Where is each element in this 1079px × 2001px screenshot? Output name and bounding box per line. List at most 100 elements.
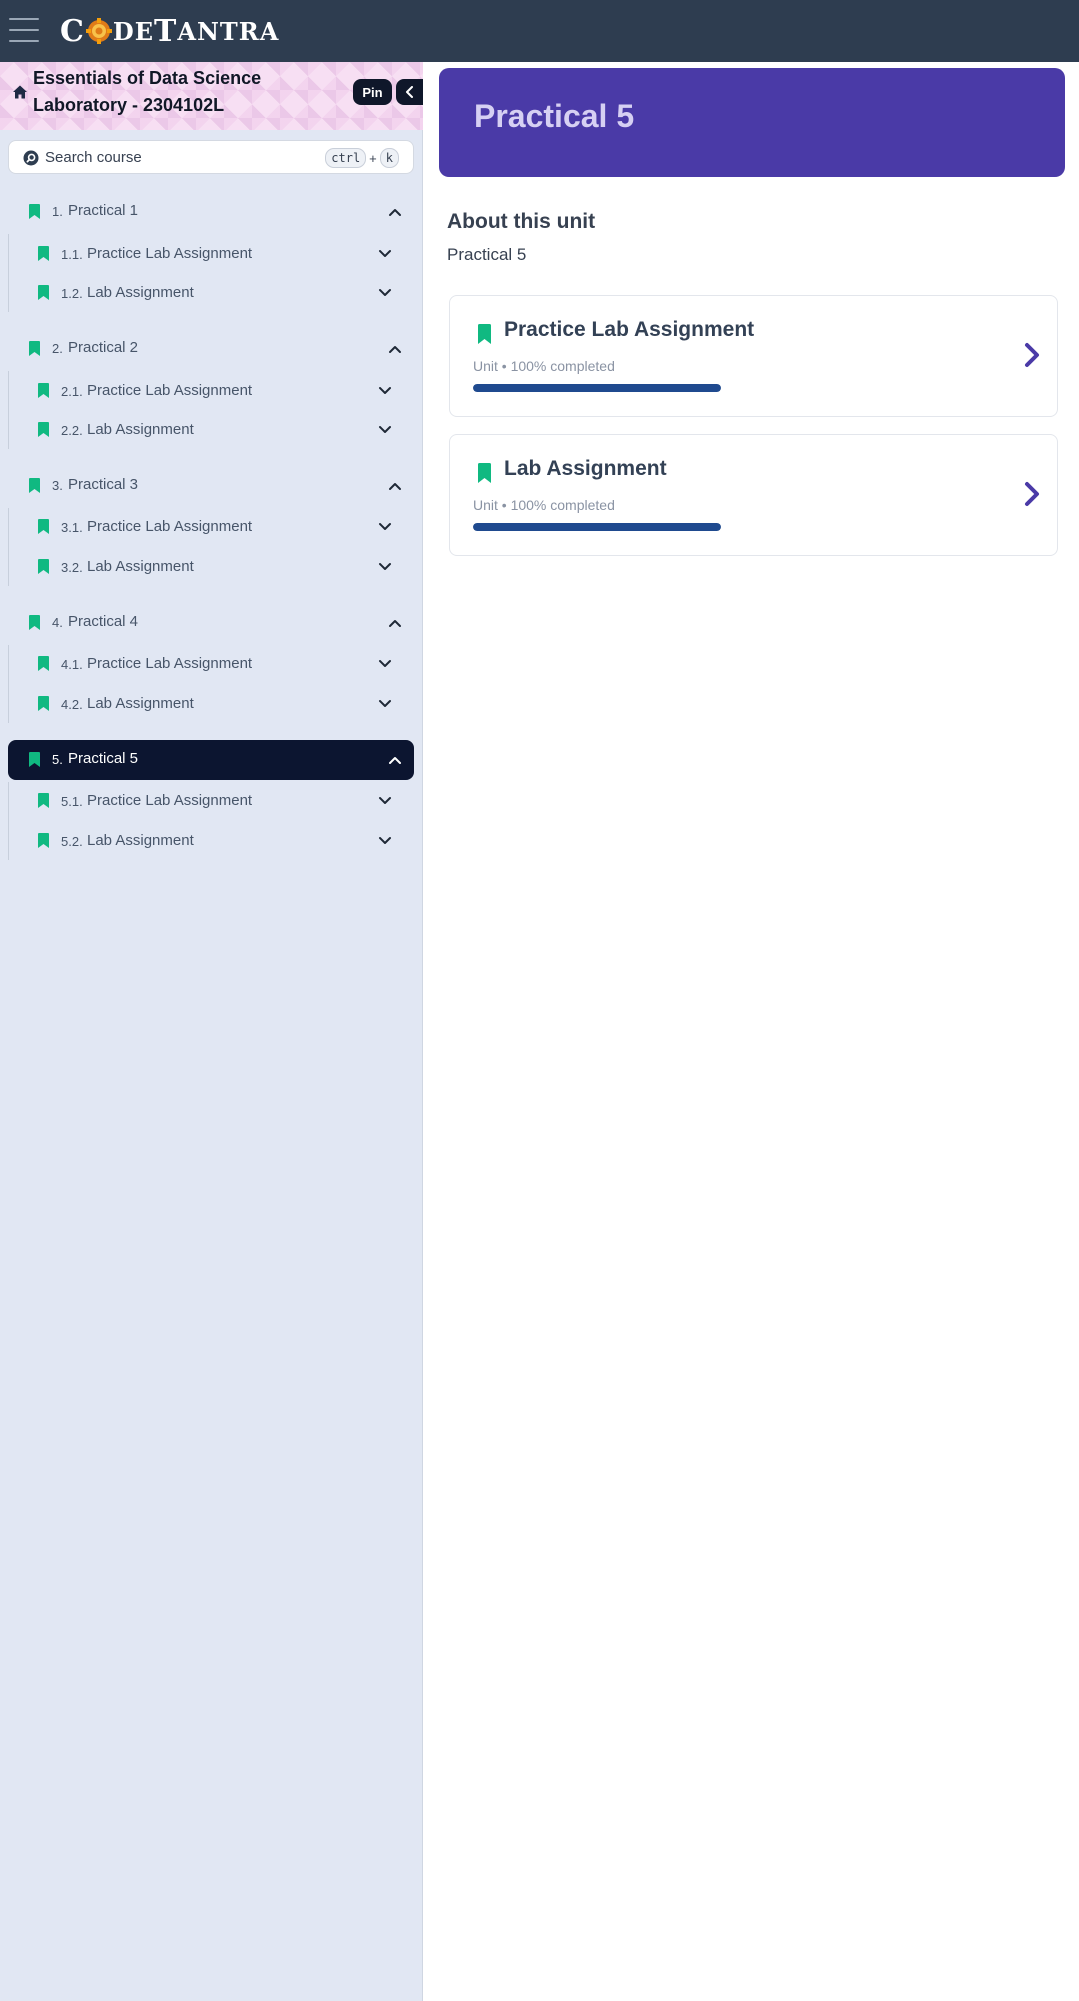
chevron-up-icon[interactable] (388, 342, 402, 356)
lesson-3-1[interactable]: 3.1. Practice Lab Assignment (8, 508, 414, 544)
kbd-plus: + (369, 150, 377, 166)
bookmark-icon (29, 341, 40, 356)
bookmark-icon (38, 422, 49, 437)
chevron-down-icon[interactable] (378, 560, 392, 574)
lesson-number: 4.1. (61, 657, 83, 672)
progress-fill (473, 523, 721, 531)
lesson-label: Lab Assignment (87, 695, 194, 712)
unit-number: 3. (52, 478, 63, 493)
course-title: Essentials of Data Science Laboratory - … (33, 68, 262, 115)
unit-practical-3[interactable]: 3. Practical 3 (8, 466, 414, 506)
kbd-k: k (379, 148, 399, 168)
progress-fill (473, 384, 721, 392)
card-meta: Unit • 100% completed (473, 497, 615, 513)
chevron-down-icon[interactable] (378, 794, 392, 808)
lesson-label: Lab Assignment (87, 421, 194, 438)
search-placeholder: Search course (45, 149, 142, 166)
lesson-2-2[interactable]: 2.2. Lab Assignment (8, 411, 414, 447)
lesson-number: 3.1. (61, 520, 83, 535)
progress-bar (473, 523, 721, 531)
lesson-4-1[interactable]: 4.1. Practice Lab Assignment (8, 645, 414, 681)
chevron-down-icon[interactable] (378, 423, 392, 437)
bookmark-icon (478, 324, 491, 344)
chevron-down-icon[interactable] (378, 286, 392, 300)
bookmark-icon (38, 793, 49, 808)
lesson-card-lab[interactable]: Lab Assignment Unit • 100% completed (449, 434, 1058, 556)
codetantra-logo[interactable]: C DE T ANTRA (60, 11, 279, 51)
gear-logo-icon (85, 18, 112, 44)
lesson-2-1[interactable]: 2.1. Practice Lab Assignment (8, 372, 414, 408)
unit-number: 1. (52, 204, 63, 219)
lesson-label: Practice Lab Assignment (87, 382, 253, 399)
home-icon[interactable] (12, 84, 28, 100)
lesson-1-2[interactable]: 1.2. Lab Assignment (8, 274, 414, 310)
lesson-number: 2.1. (61, 384, 83, 399)
unit-number: 5. (52, 752, 63, 767)
logo-letters: ANTRA (177, 16, 280, 46)
unit-practical-2[interactable]: 2. Practical 2 (8, 329, 414, 369)
chevron-right-icon[interactable] (1023, 481, 1041, 507)
unit-label: Practical 1 (68, 202, 139, 219)
unit-label: Practical 3 (68, 476, 139, 493)
chevron-down-icon[interactable] (378, 834, 392, 848)
lesson-label: Practice Lab Assignment (87, 518, 253, 535)
chevron-up-icon[interactable] (388, 479, 402, 493)
lesson-number: 2.2. (61, 423, 83, 438)
about-heading: About this unit (447, 210, 596, 233)
bookmark-icon (29, 204, 40, 219)
logo-letter: C (60, 13, 85, 49)
lesson-label: Practice Lab Assignment (87, 245, 253, 262)
course-sidebar: Essentials of Data Science Laboratory - … (0, 62, 423, 2001)
lesson-3-2[interactable]: 3.2. Lab Assignment (8, 548, 414, 584)
chevron-down-icon[interactable] (378, 384, 392, 398)
bookmark-icon (38, 833, 49, 848)
lesson-number: 4.2. (61, 697, 83, 712)
logo-letters: DE (112, 16, 154, 46)
progress-bar (473, 384, 721, 392)
unit-label: Practical 2 (68, 339, 139, 356)
bookmark-icon (38, 656, 49, 671)
collapse-sidebar-button[interactable] (396, 79, 423, 105)
chevron-down-icon[interactable] (378, 520, 392, 534)
lesson-number: 1.1. (61, 247, 83, 262)
unit-label: Practical 5 (68, 750, 139, 767)
chevron-up-icon[interactable] (388, 753, 402, 767)
search-icon (23, 150, 39, 166)
unit-practical-4[interactable]: 4. Practical 4 (8, 603, 414, 643)
bookmark-icon (38, 696, 49, 711)
about-text: Practical 5 (447, 245, 527, 264)
lesson-1-1[interactable]: 1.1. Practice Lab Assignment (8, 235, 414, 271)
lesson-label: Lab Assignment (87, 284, 194, 301)
chevron-down-icon[interactable] (378, 697, 392, 711)
search-course-input[interactable]: Search course ctrl + k (8, 140, 414, 174)
keyboard-shortcut: ctrl + k (325, 148, 399, 168)
bookmark-icon (38, 383, 49, 398)
unit-banner: Practical 5 (439, 68, 1065, 177)
page-title: Practical 5 (474, 98, 635, 134)
lesson-number: 5.2. (61, 834, 83, 849)
unit-practical-1[interactable]: 1. Practical 1 (8, 192, 414, 232)
bookmark-icon (29, 752, 40, 767)
bookmark-icon (38, 559, 49, 574)
card-meta: Unit • 100% completed (473, 358, 615, 374)
lesson-number: 3.2. (61, 560, 83, 575)
card-title: Practice Lab Assignment (504, 318, 755, 341)
unit-practical-5[interactable]: 5. Practical 5 (8, 740, 414, 780)
lesson-4-2[interactable]: 4.2. Lab Assignment (8, 685, 414, 721)
chevron-right-icon[interactable] (1023, 342, 1041, 368)
unit-number: 4. (52, 615, 63, 630)
card-title: Lab Assignment (504, 457, 667, 480)
chevron-up-icon[interactable] (388, 616, 402, 630)
chevron-down-icon[interactable] (378, 657, 392, 671)
chevron-down-icon[interactable] (378, 247, 392, 261)
lesson-5-1[interactable]: 5.1. Practice Lab Assignment (8, 782, 414, 818)
chevron-left-icon (405, 86, 413, 98)
lesson-label: Lab Assignment (87, 558, 194, 575)
unit-number: 2. (52, 341, 63, 356)
lesson-card-practice-lab[interactable]: Practice Lab Assignment Unit • 100% comp… (449, 295, 1058, 417)
pin-button[interactable]: Pin (353, 79, 392, 105)
chevron-up-icon[interactable] (388, 205, 402, 219)
hamburger-menu-icon[interactable] (8, 16, 40, 44)
lesson-5-2[interactable]: 5.2. Lab Assignment (8, 822, 414, 858)
bookmark-icon (38, 285, 49, 300)
